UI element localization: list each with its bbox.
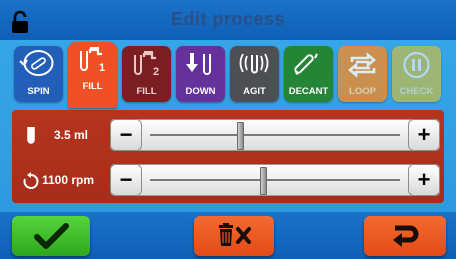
loop-icon (347, 52, 377, 78)
tab-label: DECANT (288, 86, 329, 97)
edit-process-screen: Edit process SPIN 1 FILL 2 FILL DOWN AGI… (0, 0, 456, 259)
check-pause-icon (403, 51, 430, 79)
tab-loop[interactable]: LOOP (338, 46, 387, 102)
fill-2-icon: 2 (134, 51, 159, 78)
volume-slider[interactable]: − + (110, 119, 440, 151)
title-bar: Edit process (0, 0, 456, 40)
tab-label: FILL (136, 86, 157, 97)
speed-slider[interactable]: − + (110, 164, 440, 196)
decant-icon (294, 53, 318, 75)
return-button[interactable] (364, 216, 446, 256)
volume-value: 3.5 ml (54, 128, 89, 142)
tab-label: DOWN (185, 86, 216, 97)
tube-icon (22, 126, 40, 146)
speed-slider-thumb[interactable] (259, 167, 267, 195)
tab-fill-2[interactable]: 2 FILL (122, 46, 171, 102)
page-title: Edit process (170, 9, 286, 29)
down-icon (186, 53, 211, 75)
volume-slider-thumb[interactable] (237, 122, 244, 150)
tab-label: CHECK (399, 86, 434, 97)
tab-check[interactable]: CHECK (392, 46, 441, 102)
rotation-icon (22, 171, 40, 191)
fill-1-icon: 1 (80, 47, 105, 74)
fill-badge: 2 (153, 66, 159, 78)
return-arrow-icon (393, 225, 419, 247)
action-bar (0, 212, 456, 259)
fill-parameters-panel: 3.5 ml − + 1100 rpm − + (12, 110, 444, 203)
tab-decant[interactable]: DECANT (284, 46, 333, 102)
speed-increase-button[interactable]: + (409, 165, 439, 195)
trash-x-icon (219, 223, 251, 246)
agitate-icon (239, 53, 269, 74)
spin-icon (19, 50, 54, 76)
tab-fill-1[interactable]: 1 FILL (68, 42, 117, 108)
delete-step-button[interactable] (194, 216, 274, 256)
tab-label: FILL (82, 81, 103, 92)
speed-value: 1100 rpm (42, 173, 95, 187)
volume-increase-button[interactable]: + (409, 120, 439, 150)
slider-track (150, 134, 400, 136)
tab-spin[interactable]: SPIN (14, 46, 63, 102)
slider-track (150, 179, 400, 181)
fill-badge: 1 (99, 62, 105, 74)
tab-label: LOOP (349, 86, 376, 97)
tab-label: AGIT (243, 86, 266, 97)
step-type-tabs: SPIN 1 FILL 2 FILL DOWN AGIT DECANT LOOP… (12, 42, 448, 108)
checkmark-icon (34, 223, 69, 249)
speed-decrease-button[interactable]: − (111, 165, 141, 195)
volume-row: 3.5 ml − + (12, 118, 444, 154)
speed-row: 1100 rpm − + (12, 163, 444, 199)
volume-decrease-button[interactable]: − (111, 120, 141, 150)
tab-agit[interactable]: AGIT (230, 46, 279, 102)
tab-down[interactable]: DOWN (176, 46, 225, 102)
confirm-button[interactable] (12, 216, 90, 256)
tab-label: SPIN (27, 86, 50, 97)
